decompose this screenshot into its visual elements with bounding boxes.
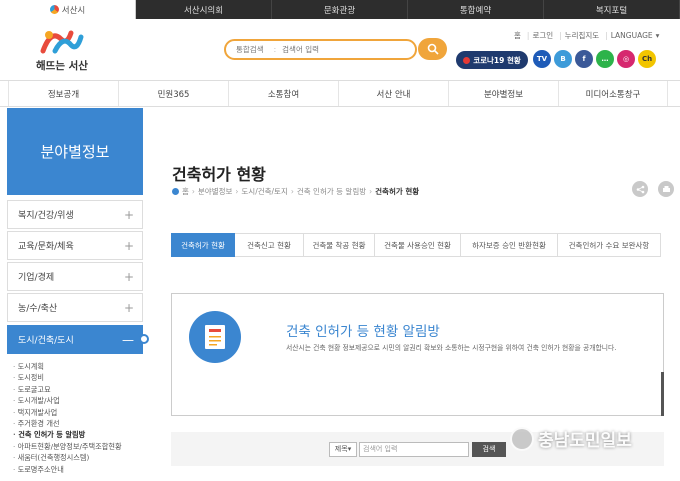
lnb-title: 분야별정보 [7, 108, 143, 195]
seosan-tv-icon[interactable]: TV [533, 50, 551, 68]
topbar-link-council[interactable]: 서산시의회 [136, 0, 272, 19]
board-search-button[interactable]: 검색 [472, 441, 506, 457]
plus-icon: + [123, 269, 134, 284]
breadcrumb-current: 건축허가 현황 [375, 187, 420, 196]
gnb-item-disclosure[interactable]: 정보공개 [8, 81, 118, 106]
board-search-input[interactable]: 검색어 입력 [359, 441, 469, 457]
tab-building-report[interactable]: 건축신고 현황 [235, 233, 304, 257]
document-icon [189, 311, 241, 363]
kakao-channel-icon[interactable]: Ch [638, 50, 656, 68]
search-input[interactable] [282, 45, 393, 54]
lnb-sub-item[interactable]: 주거환경 개선 [13, 418, 143, 429]
lnb-sub-item-current[interactable]: 건축 인허가 등 알림방 [13, 429, 143, 440]
chevron-right-icon: › [191, 187, 195, 196]
chevron-down-icon: ▾ [655, 31, 660, 40]
util-language-select[interactable]: LANGUAGE [611, 31, 653, 40]
sns-links: TV B f … ◎ Ch [533, 50, 659, 68]
util-login-link[interactable]: 로그인 [532, 30, 553, 41]
lnb-sub-item[interactable]: 택지개발사업 [13, 407, 143, 418]
lnb-item-education[interactable]: 교육/문화/체육 + [7, 231, 143, 260]
tab-building-permit[interactable]: 건축허가 현황 [171, 233, 235, 257]
lnb-item-economy[interactable]: 기업/경제 + [7, 262, 143, 291]
search-separator: : [273, 45, 277, 54]
lnb-sub-item[interactable]: 도시개발/사업 [13, 395, 143, 406]
topbar-link-reservation[interactable]: 통합예약 [408, 0, 544, 19]
util-home-link[interactable]: 홈 [514, 30, 521, 41]
tab-defect-guarantee[interactable]: 하자보증 승인 반환현황 [461, 233, 558, 257]
lnb-sub-item[interactable]: 도시계획 [13, 361, 143, 372]
watermark-logo-icon [510, 426, 534, 451]
gnb-item-civil[interactable]: 민원365 [118, 81, 228, 106]
facebook-icon[interactable]: f [575, 50, 593, 68]
breadcrumb-item[interactable]: 도시/건축/토지 [241, 186, 287, 197]
gnb-item-media[interactable]: 미디어소통창구 [558, 81, 668, 106]
lnb-item-agriculture[interactable]: 농/수/축산 + [7, 293, 143, 322]
chevron-right-icon: › [235, 187, 239, 196]
lnb-sub-item[interactable]: 새움터(건축행정시스템) [13, 452, 143, 463]
page-title: 건축허가 현황 [172, 165, 266, 184]
integrated-search: 통합검색 : [224, 39, 417, 60]
tab-use-approval[interactable]: 건축물 사용승인 현황 [375, 233, 461, 257]
plus-icon: + [123, 207, 134, 222]
blog-icon[interactable]: B [554, 50, 572, 68]
minus-icon: — [122, 332, 134, 347]
scrollbar[interactable] [661, 372, 664, 416]
breadcrumb-item[interactable]: 건축 인허가 등 알림방 [297, 186, 366, 197]
content-tabs: 건축허가 현황 건축신고 현황 건축물 착공 현황 건축물 사용승인 현황 하자… [171, 233, 661, 257]
home-icon [172, 188, 179, 195]
plus-icon: + [123, 300, 134, 315]
instagram-icon[interactable]: ◎ [617, 50, 635, 68]
breadcrumb-item[interactable]: 홈 [182, 186, 189, 197]
logo-text: 해뜨는 서산 [36, 60, 88, 72]
topbar-link-seosan[interactable]: 서산시 [0, 0, 136, 19]
watermark: 충남도민일보 [510, 426, 632, 451]
info-description: 서산시는 건축 현황 정보제공으로 시민의 알권리 확보와 소통하는 시정구현을… [286, 344, 617, 352]
printer-glyph-icon [662, 185, 670, 192]
search-icon [427, 43, 439, 55]
search-label: 통합검색 [236, 45, 264, 54]
topbar-link-welfare[interactable]: 복지포털 [544, 0, 680, 19]
page-tools [622, 181, 674, 197]
topbar-link-culture[interactable]: 문화관광 [272, 0, 408, 19]
lnb-sub-item[interactable]: 도로명주소안내 [13, 464, 143, 475]
main-navigation: 정보공개 민원365 소통참여 서산 안내 분야별정보 미디어소통창구 [0, 80, 680, 107]
chevron-down-icon: ▾ [347, 445, 352, 453]
document-glyph-icon [205, 325, 225, 349]
breadcrumb-item[interactable]: 분야별정보 [198, 186, 233, 197]
lnb-sub-item[interactable]: 아파트현황/분양정보/주택조합현황 [13, 441, 143, 452]
share-glyph-icon [636, 185, 644, 193]
plus-icon: + [123, 238, 134, 253]
lnb-item-welfare[interactable]: 복지/건강/위생 + [7, 200, 143, 229]
utility-links: 홈 | 로그인 | 누리집지도 | LANGUAGE ▾ [514, 30, 660, 41]
tab-construction-start[interactable]: 건축물 착공 현황 [304, 233, 375, 257]
lnb-item-urban[interactable]: 도시/건축/도시 — [7, 325, 143, 354]
talk-icon[interactable]: … [596, 50, 614, 68]
info-title: 건축 인허가 등 현황 알림방 [286, 324, 440, 340]
breadcrumb: 홈 › 분야별정보 › 도시/건축/토지 › 건축 인허가 등 알림방 › 건축허가 현… [172, 186, 419, 197]
print-icon[interactable] [658, 181, 674, 197]
site-logo[interactable]: 해뜨는 서산 [26, 27, 98, 73]
gnb-item-participation[interactable]: 소통참여 [228, 81, 338, 106]
top-site-bar: 서산시 서산시의회 문화관광 통합예약 복지포털 [0, 0, 680, 19]
chevron-right-icon: › [369, 187, 373, 196]
chevron-right-icon: › [290, 187, 294, 196]
lnb-sub-item[interactable]: 도시정비 [13, 372, 143, 383]
lnb-toggle-handle[interactable] [139, 334, 149, 344]
tab-permit-supplement[interactable]: 건축인허가 수요 보완사항 [558, 233, 661, 257]
gnb-item-field-info[interactable]: 분야별정보 [448, 81, 558, 106]
share-icon[interactable] [632, 181, 648, 197]
lnb-submenu: 도시계획 도시정비 도로굴고묘 도시개발/사업 택지개발사업 주거환경 개선 건… [13, 361, 143, 475]
seosan-logo-icon [49, 5, 59, 14]
lnb-sub-item[interactable]: 도로굴고묘 [13, 384, 143, 395]
search-button[interactable] [418, 38, 447, 60]
covid-status-button[interactable]: 코로나19 현황 [456, 51, 528, 69]
seosan-logo-icon [40, 30, 84, 54]
alert-dot-icon [463, 56, 471, 64]
util-sitemap-link[interactable]: 누리집지도 [565, 30, 600, 41]
info-box: 건축 인허가 등 현황 알림방 서산시는 건축 현황 정보제공으로 시민의 알권… [171, 293, 664, 416]
gnb-item-guide[interactable]: 서산 안내 [338, 81, 448, 106]
search-type-select[interactable]: 제목 ▾ [329, 441, 357, 457]
